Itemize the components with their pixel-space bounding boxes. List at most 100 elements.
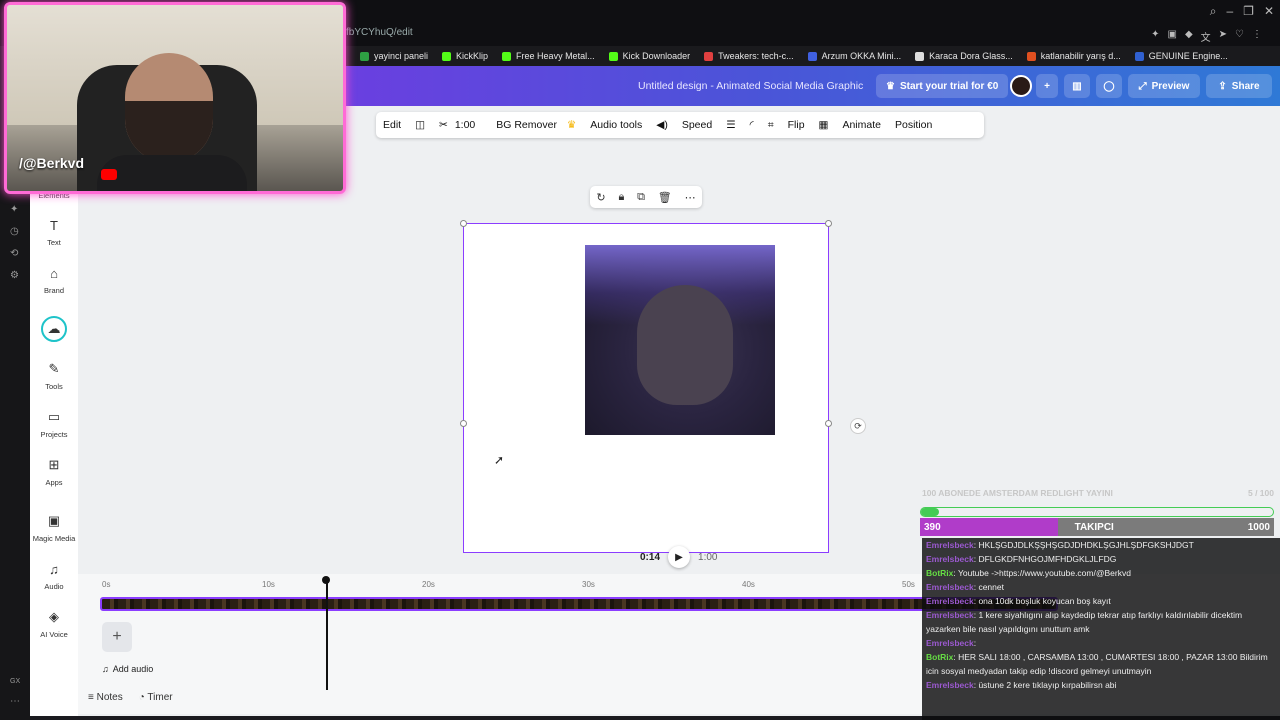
sidebar-item-projects[interactable]: ▭ Projects — [30, 408, 78, 439]
bookmark-item[interactable]: Arzum OKKA Mini... — [807, 51, 901, 61]
start-trial-button[interactable]: ♛ Start your trial for €0 — [876, 74, 1009, 98]
resize-handle[interactable] — [825, 420, 832, 427]
bookmark-item[interactable]: KickKlip — [442, 51, 488, 61]
chat-message: Emrelsbeck: — [926, 636, 1276, 650]
more-icon[interactable]: ⋯ — [685, 191, 696, 204]
add-audio-button[interactable]: ♫ Add audio — [102, 664, 153, 674]
playhead[interactable] — [326, 580, 328, 690]
sidebar-item-brand[interactable]: ⌂ Brand — [30, 264, 78, 296]
share-icon: ⇪ — [1218, 80, 1227, 92]
translate-icon[interactable]: 文 — [1201, 29, 1211, 44]
speed-button[interactable]: Speed — [675, 119, 719, 131]
notes-icon: ≡ — [88, 692, 94, 703]
regenerate-icon[interactable]: ↻ — [596, 191, 605, 204]
history-icon[interactable]: ◷ — [10, 226, 22, 238]
chat-username: Emrelsbeck — [926, 638, 974, 648]
sidebar-item-apps[interactable]: ⊞ Apps — [30, 456, 78, 487]
split-icon[interactable]: ◫ — [408, 119, 432, 131]
close-icon[interactable]: ✕ — [1264, 4, 1274, 19]
chat-username: Emrelsbeck — [926, 610, 974, 620]
notes-button[interactable]: ≡ Notes — [88, 692, 123, 703]
goal-progress-fill — [921, 508, 939, 516]
bookmark-item[interactable]: Kick Downloader — [608, 51, 690, 61]
bookmark-item[interactable]: Tweakers: tech-c... — [704, 51, 794, 61]
address-bar-url[interactable]: fbYCYhuQ/edit — [346, 27, 413, 38]
chat-username: Emrelsbeck — [926, 680, 974, 690]
duplicate-icon[interactable]: ⧉ — [637, 191, 645, 204]
flip-button[interactable]: Flip — [781, 119, 812, 131]
bg-remover-button[interactable]: BG Remover ♛ — [482, 119, 583, 131]
chat-text: : Youtube ->https://www.youtube.com/@Ber… — [953, 568, 1131, 578]
bookmark-favicon-icon — [442, 51, 452, 61]
scissors-icon[interactable]: ✂ — [432, 119, 455, 131]
audio-tools-button[interactable]: Audio tools — [583, 119, 649, 131]
search-icon[interactable]: ⌕ — [1210, 4, 1217, 19]
gx-icon[interactable]: GX — [10, 678, 22, 690]
resize-handle[interactable] — [460, 420, 467, 427]
bookmark-item[interactable]: yayinci paneli — [360, 51, 428, 61]
duration-button[interactable]: 1:00 — [455, 119, 482, 131]
animate-button[interactable]: Animate — [835, 119, 888, 131]
sidebar-item-magic-media[interactable]: ▣ Magic Media — [30, 512, 78, 543]
restore-icon[interactable]: ❐ — [1243, 4, 1254, 19]
bookmark-label: Free Heavy Metal... — [516, 51, 595, 61]
share-button[interactable]: ⇪ Share — [1206, 74, 1272, 98]
pin-icon[interactable]: ✦ — [1151, 29, 1159, 44]
chat-text: : üstune 2 kere tıklayıp kırpabilirsn ab… — [973, 680, 1117, 690]
play-button[interactable]: ▶ — [668, 546, 691, 568]
volume-icon[interactable]: ◀) — [649, 119, 675, 131]
add-track-button[interactable]: + — [102, 622, 132, 652]
avatar[interactable] — [1010, 75, 1032, 97]
bookmark-item[interactable]: GENUINE Engine... — [1134, 51, 1228, 61]
position-button[interactable]: Position — [888, 119, 939, 131]
chat-text: : HKLŞGDJDLKŞŞHŞGDJDHDKLŞGJHLŞDFGKSHJDGT — [973, 540, 1194, 550]
sidebar-item-tools[interactable]: ✎ Tools — [30, 360, 78, 391]
crown-icon: ♛ — [566, 119, 577, 131]
extension-icon[interactable]: ⟲ — [10, 248, 22, 260]
timeline-tick-label: 20s — [422, 580, 435, 589]
resize-handle[interactable] — [825, 220, 832, 227]
heart-icon[interactable]: ♡ — [1235, 29, 1244, 44]
send-icon[interactable]: ➤ — [1219, 29, 1227, 44]
border-style-icon[interactable]: ☰ — [719, 119, 742, 131]
edit-button[interactable]: Edit — [376, 119, 408, 131]
chat-username: Emrelsbeck — [926, 596, 974, 606]
bookmark-item[interactable]: Karaca Dora Glass... — [915, 51, 1013, 61]
sidebar-item-text[interactable]: T Text — [30, 216, 78, 248]
menu-icon[interactable]: ⋮ — [1252, 29, 1262, 44]
chat-text: : 1 kere siyahlıgını alıp kaydedip tekra… — [926, 610, 1243, 634]
sidebar-item-label: Apps — [45, 478, 63, 487]
transparency-icon[interactable]: ▦ — [812, 119, 836, 131]
footer-controls: ≡ Notes ◔ Timer — [88, 692, 173, 703]
corner-rounding-icon[interactable]: ◜ — [743, 119, 761, 131]
video-track-clip[interactable] — [100, 597, 1058, 611]
settings-icon[interactable]: ⚙ — [10, 270, 22, 282]
preview-button[interactable]: ⤢ Preview — [1128, 74, 1200, 98]
shield-icon[interactable]: ◆ — [1185, 29, 1193, 44]
sidebar-item-label: Audio — [44, 582, 64, 591]
insights-button[interactable]: ▥ — [1064, 74, 1090, 98]
bookmark-label: Tweakers: tech-c... — [718, 51, 794, 61]
sidebar-item-uploads[interactable]: ☁ — [30, 316, 78, 346]
lock-icon[interactable]: 🔒︎ — [618, 191, 624, 204]
minimize-icon[interactable]: – — [1226, 4, 1233, 19]
trash-icon[interactable]: 🗑︎ — [658, 191, 672, 204]
sidebar-item-ai-voice[interactable]: ◈ AI Voice — [30, 608, 78, 639]
more-icon[interactable]: ⋯ — [10, 696, 22, 708]
resize-handle[interactable] — [460, 220, 467, 227]
add-collaborator-button[interactable]: + — [1036, 74, 1058, 98]
document-title[interactable]: Untitled design - Animated Social Media … — [638, 80, 863, 92]
video-element[interactable] — [585, 245, 775, 435]
sidebar-item-audio[interactable]: ♫ Audio — [30, 560, 78, 592]
bookmark-item[interactable]: Free Heavy Metal... — [502, 51, 595, 61]
crown-icon: ♛ — [886, 80, 895, 92]
timer-button[interactable]: ◔ Timer — [139, 692, 173, 703]
bookmark-item[interactable]: katlanabilir yarış d... — [1026, 51, 1121, 61]
pin-icon[interactable]: ✦ — [10, 204, 22, 216]
comments-button[interactable]: ◯ — [1096, 74, 1122, 98]
design-page[interactable] — [460, 220, 832, 553]
extensions-icon[interactable]: ▣ — [1167, 29, 1176, 44]
comment-icon: ◯ — [1103, 80, 1115, 92]
rotate-icon[interactable]: ⟳ — [850, 418, 866, 434]
crop-icon[interactable]: ⌗ — [761, 119, 781, 132]
